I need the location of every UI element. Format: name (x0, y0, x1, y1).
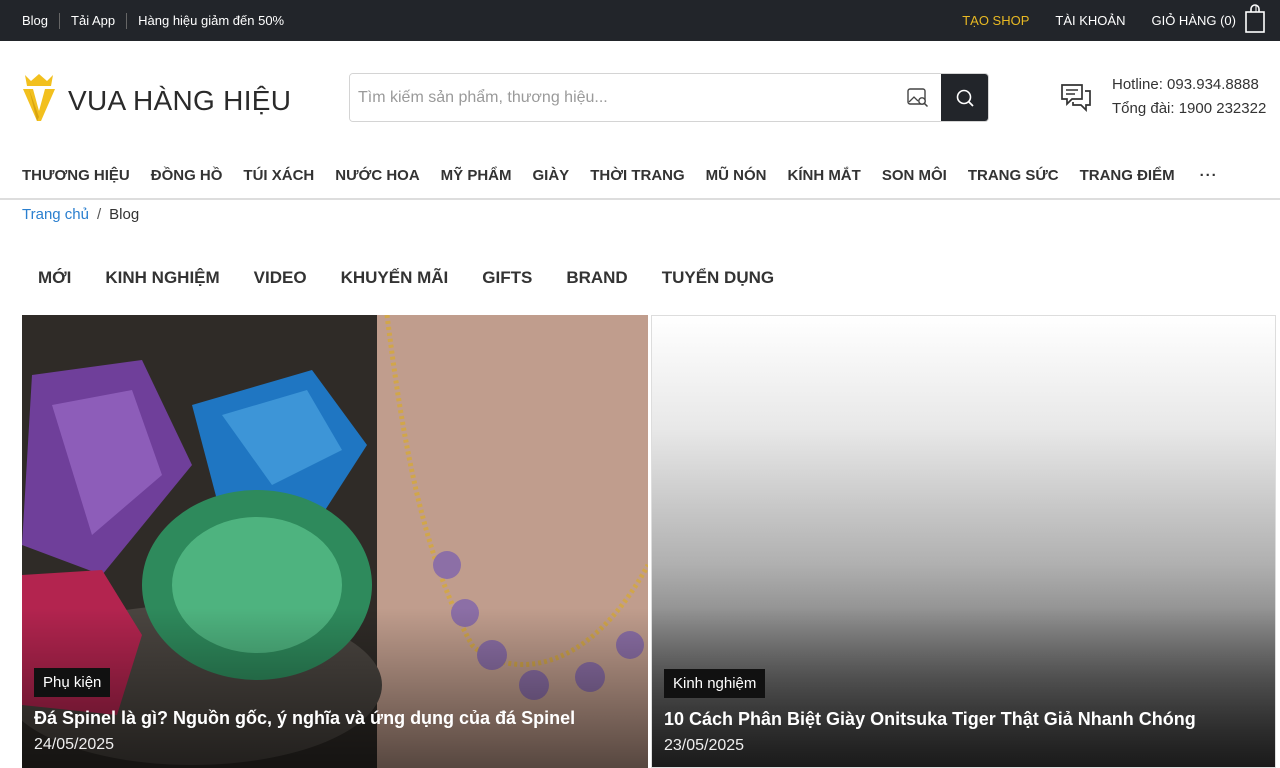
more-menu-icon[interactable]: ··· (1200, 167, 1218, 184)
post-tag[interactable]: Phụ kiện (34, 668, 111, 697)
tab-brand[interactable]: BRAND (566, 268, 627, 288)
breadcrumb-current: Blog (109, 206, 140, 223)
nav-item-shoes[interactable]: GIÀY (533, 167, 570, 184)
post-tag[interactable]: Kinh nghiệm (664, 669, 766, 698)
post-title[interactable]: 10 Cách Phân Biệt Giày Onitsuka Tiger Th… (664, 709, 1196, 730)
nav-item-perfume[interactable]: NƯỚC HOA (335, 167, 419, 184)
breadcrumb-separator: / (96, 206, 102, 223)
post-date: 24/05/2025 (34, 736, 115, 753)
breadcrumb-home[interactable]: Trang chủ (22, 206, 89, 223)
blog-category-tabs: MỚI KINH NGHIỆM VIDEO KHUYẾN MÃI GIFTS B… (38, 268, 774, 288)
nav-item-cosmetics[interactable]: MỸ PHẨM (441, 167, 512, 184)
switchboard-text: Tổng đài: 1900 232322 (1112, 100, 1267, 117)
post-card[interactable]: Kinh nghiệm 10 Cách Phân Biệt Giày Onits… (651, 315, 1276, 768)
app-link[interactable]: Tải App (71, 13, 115, 28)
shopping-bag-icon (1244, 4, 1266, 37)
create-shop-link[interactable]: TẠO SHOP (962, 13, 1029, 28)
top-actions: TẠO SHOP TÀI KHOẢN GIỎ HÀNG (0) (962, 4, 1266, 37)
divider (126, 12, 128, 29)
crown-logo-icon (22, 73, 56, 128)
cart-label: GIỎ HÀNG (0) (1151, 13, 1236, 28)
breadcrumb: Trang chủ / Blog (22, 206, 139, 223)
tab-video[interactable]: VIDEO (254, 268, 307, 288)
nav-item-glasses[interactable]: KÍNH MẮT (787, 167, 860, 184)
search-icon (956, 89, 974, 107)
tab-gifts[interactable]: GIFTS (482, 268, 532, 288)
image-gradient (22, 608, 648, 768)
hotline-text: Hotline: 093.934.8888 (1112, 76, 1259, 93)
main-nav: THƯƠNG HIỆU ĐỒNG HỒ TÚI XÁCH NƯỚC HOA MỸ… (0, 152, 1280, 200)
tab-promotions[interactable]: KHUYẾN MÃI (341, 268, 449, 288)
image-search-icon[interactable] (895, 74, 941, 121)
post-date: 23/05/2025 (664, 737, 745, 754)
cart-link[interactable]: GIỎ HÀNG (0) (1151, 4, 1266, 37)
sale-link[interactable]: Hàng hiệu giảm đến 50% (138, 13, 284, 28)
contact-info: Hotline: 093.934.8888 Tổng đài: 1900 232… (1060, 73, 1266, 121)
account-link[interactable]: TÀI KHOẢN (1055, 13, 1125, 28)
tab-new[interactable]: MỚI (38, 268, 71, 288)
nav-item-makeup[interactable]: TRANG ĐIỂM (1080, 167, 1175, 184)
logo[interactable]: VUA HÀNG HIỆU (22, 73, 291, 128)
tab-experience[interactable]: KINH NGHIỆM (105, 268, 219, 288)
nav-item-fashion[interactable]: THỜI TRANG (590, 167, 684, 184)
nav-item-watches[interactable]: ĐỒNG HỒ (151, 167, 223, 184)
blog-link[interactable]: Blog (22, 13, 48, 28)
post-title[interactable]: Đá Spinel là gì? Nguồn gốc, ý nghĩa và ứ… (34, 708, 575, 729)
divider (59, 12, 61, 29)
logo-text: VUA HÀNG HIỆU (68, 84, 292, 116)
search-button[interactable] (941, 74, 988, 121)
header: VUA HÀNG HIỆU Hot (0, 41, 1280, 151)
nav-item-jewelry[interactable]: TRANG SỨC (968, 167, 1059, 184)
tab-recruitment[interactable]: TUYỂN DỤNG (662, 268, 774, 288)
post-card[interactable]: Phụ kiện Đá Spinel là gì? Nguồn gốc, ý n… (22, 315, 648, 768)
chat-bubble-icon[interactable] (1060, 73, 1092, 121)
nav-item-bags[interactable]: TÚI XÁCH (243, 167, 314, 184)
nav-item-brands[interactable]: THƯƠNG HIỆU (22, 167, 130, 184)
search-input[interactable] (350, 74, 895, 121)
top-links: Blog Tải App Hàng hiệu giảm đến 50% (22, 12, 284, 29)
nav-item-lipstick[interactable]: SON MÔI (882, 167, 947, 184)
nav-item-hats[interactable]: MŨ NÓN (706, 167, 767, 184)
top-bar: Blog Tải App Hàng hiệu giảm đến 50% TẠO … (0, 0, 1280, 41)
search-box (349, 73, 989, 122)
